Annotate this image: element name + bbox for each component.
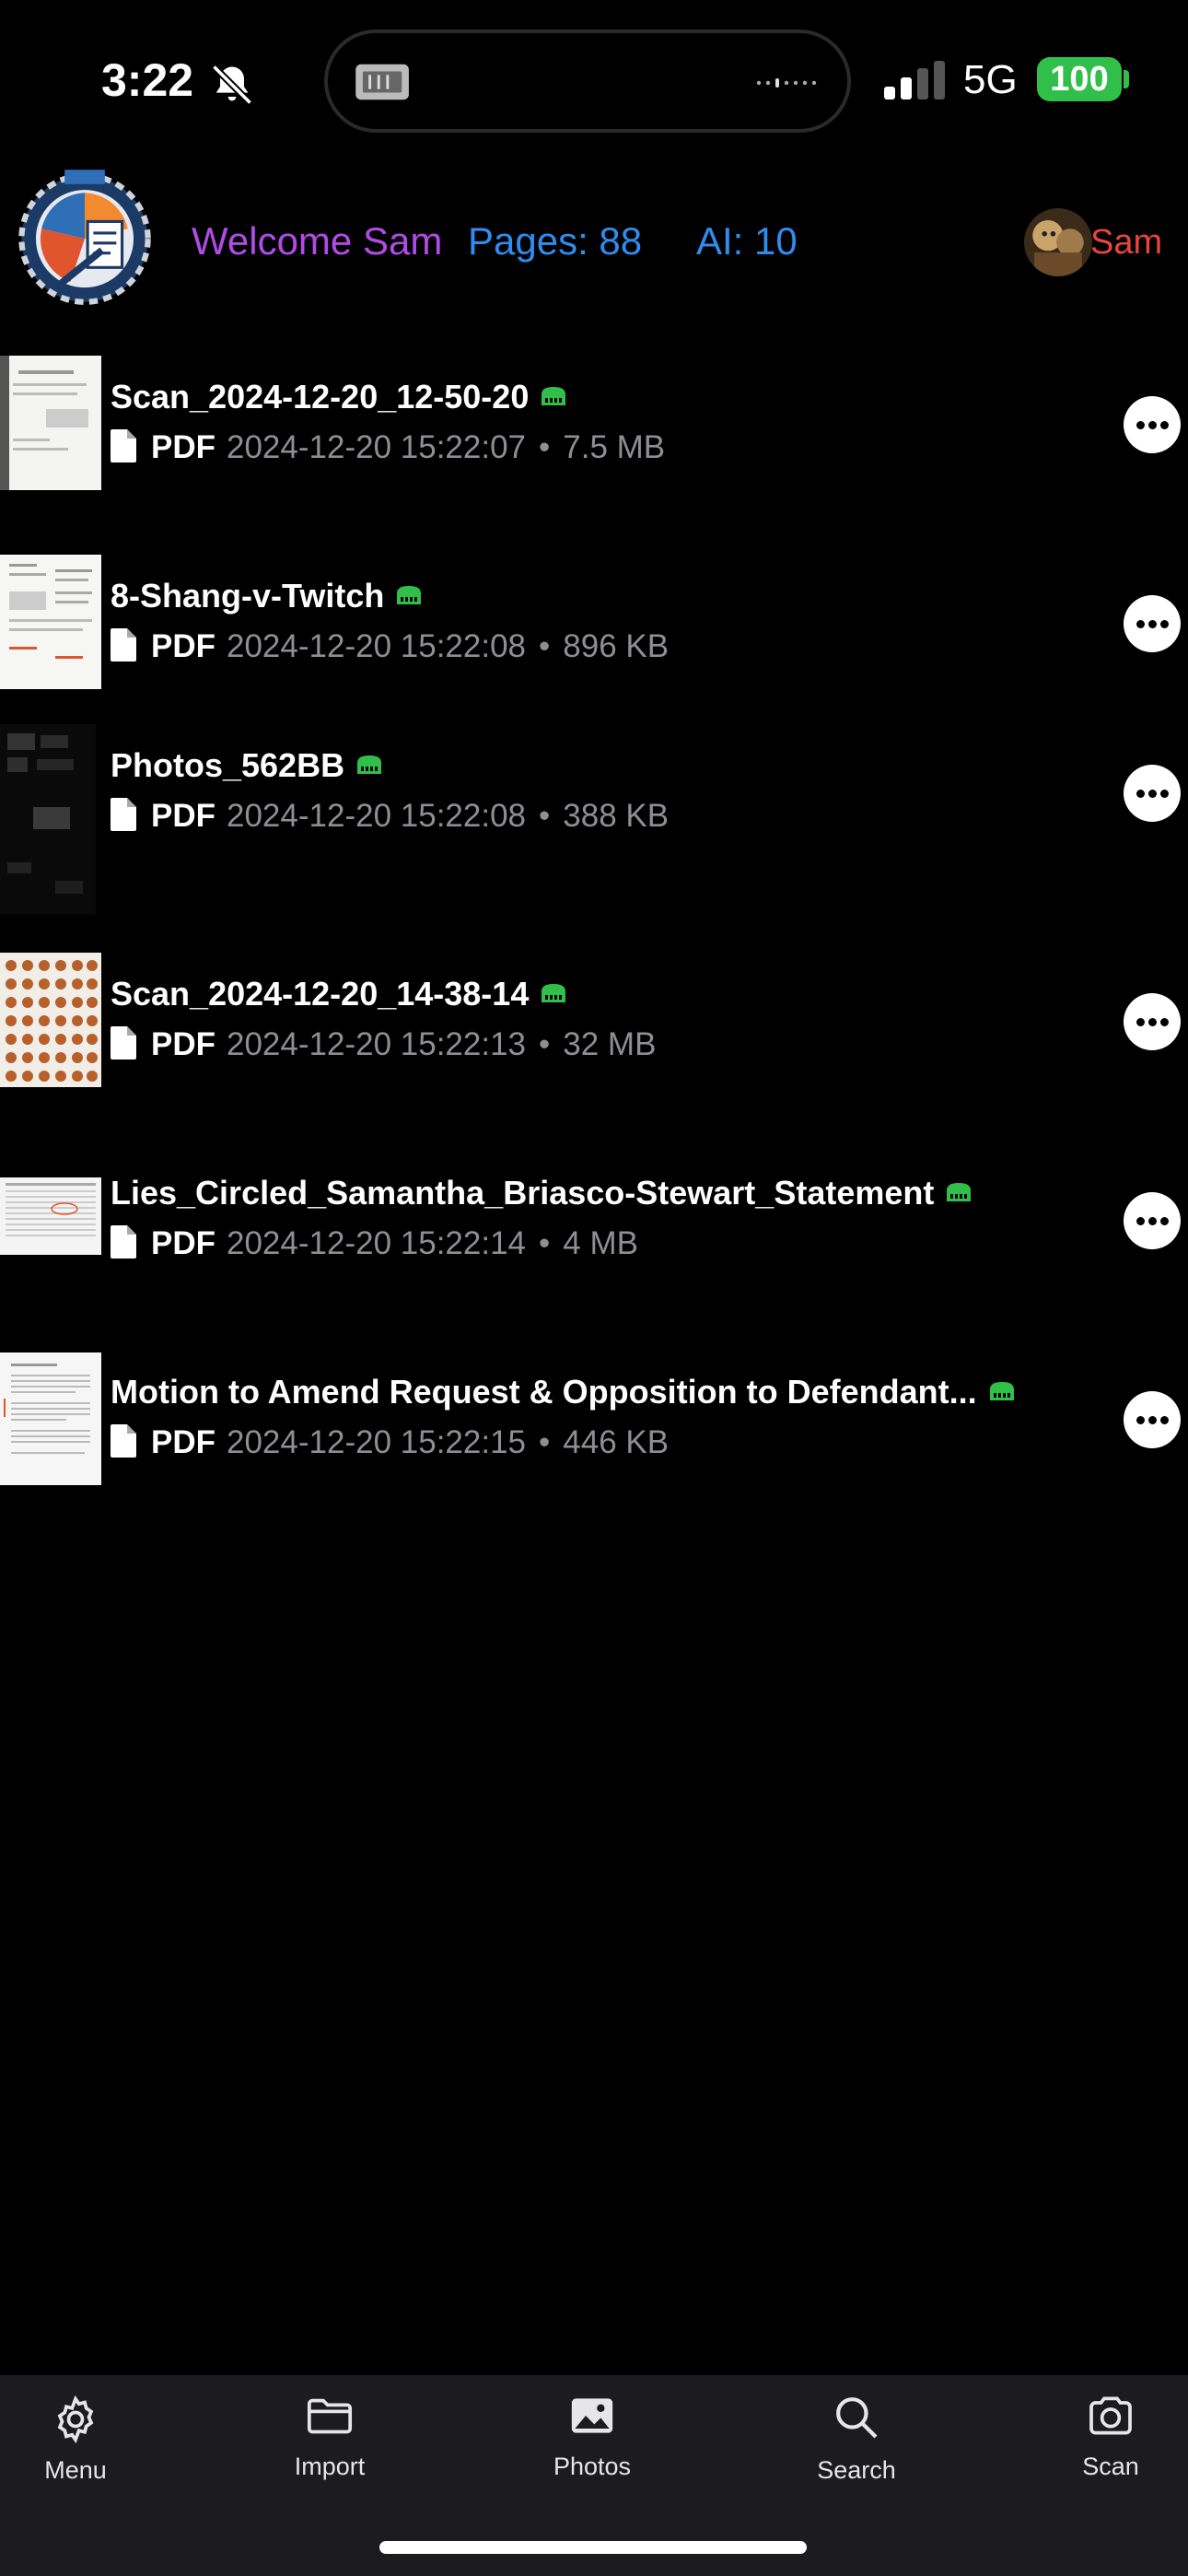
file-meta: PDF 2024-12-20 15:22:08 • 388 KB — [111, 797, 670, 835]
file-meta: PDF 2024-12-20 15:22:07 • 7.5 MB — [111, 428, 666, 466]
gear-icon — [57, 2395, 94, 2444]
tab-photos[interactable]: Photos — [500, 2375, 684, 2504]
folder-icon — [307, 2398, 353, 2434]
separator-dot: • — [539, 628, 551, 664]
scanner-app-icon — [355, 64, 409, 100]
database-icon — [542, 387, 566, 406]
file-meta: PDF 2024-12-20 15:22:14 • 4 MB — [111, 1224, 638, 1262]
document-thumbnail — [0, 356, 101, 490]
list-item[interactable]: Motion to Amend Request & Opposition to … — [0, 1351, 1188, 1516]
file-date: 2024-12-20 15:22:13 — [227, 1026, 526, 1062]
file-type: PDF — [151, 628, 215, 664]
file-name[interactable]: Scan_2024-12-20_14-38-14 — [111, 975, 571, 1013]
document-thumbnail — [0, 1177, 101, 1255]
photo-icon — [571, 2398, 613, 2433]
file-type: PDF — [151, 1424, 215, 1460]
document-icon — [111, 1025, 136, 1060]
activity-indicator-icon — [756, 78, 817, 88]
file-date: 2024-12-20 15:22:14 — [227, 1225, 526, 1261]
screen: 3:22 5G 100 Welcome Sam Pages: 88 AI: 10… — [0, 0, 1188, 2576]
pages-count: Pages: 88 — [468, 219, 643, 263]
avatar[interactable] — [1024, 208, 1092, 276]
dynamic-island[interactable] — [324, 29, 851, 133]
tab-menu[interactable]: Menu — [0, 2375, 168, 2504]
search-icon — [836, 2397, 878, 2439]
file-meta: PDF 2024-12-20 15:22:08 • 896 KB — [111, 627, 670, 665]
more-options-button[interactable] — [1124, 1391, 1181, 1448]
welcome-text: Welcome Sam — [192, 219, 443, 263]
tab-search-label: Search — [817, 2456, 896, 2484]
list-item[interactable]: 8-Shang-v-Twitch PDF 2024-12-20 15:22:08 •… — [0, 555, 1188, 720]
list-item[interactable]: Photos_562BB PDF 2024-12-20 15:22:08 • 388 … — [0, 724, 1188, 914]
file-date: 2024-12-20 15:22:08 — [227, 628, 526, 664]
file-name[interactable]: 8-Shang-v-Twitch — [111, 577, 426, 615]
file-date: 2024-12-20 15:22:15 — [227, 1424, 526, 1460]
file-type: PDF — [151, 1026, 215, 1062]
battery-nub — [1124, 70, 1129, 88]
file-type: PDF — [151, 1225, 215, 1261]
tab-scan[interactable]: Scan — [1019, 2375, 1188, 2504]
database-icon — [947, 1183, 972, 1202]
tab-photos-label: Photos — [553, 2453, 632, 2480]
file-name[interactable]: Scan_2024-12-20_12-50-20 — [111, 378, 571, 416]
file-meta: PDF 2024-12-20 15:22:13 • 32 MB — [111, 1025, 657, 1063]
separator-dot: • — [539, 1225, 551, 1261]
document-icon — [111, 428, 136, 463]
more-options-button[interactable] — [1124, 595, 1181, 652]
document-thumbnail — [0, 724, 96, 914]
list-item[interactable]: Scan_2024-12-20_12-50-20 PDF 2024-12-20 1… — [0, 356, 1188, 521]
file-date: 2024-12-20 15:22:07 — [227, 429, 526, 465]
separator-dot: • — [539, 1026, 551, 1062]
separator-dot: • — [539, 429, 551, 465]
document-thumbnail — [0, 1352, 101, 1485]
tab-import[interactable]: Import — [238, 2375, 422, 2504]
database-icon — [397, 586, 422, 605]
home-indicator[interactable] — [379, 2541, 807, 2554]
more-options-button[interactable] — [1124, 396, 1181, 453]
file-size: 4 MB — [563, 1225, 638, 1261]
file-size: 32 MB — [563, 1026, 657, 1062]
file-size: 388 KB — [563, 798, 670, 834]
file-size: 7.5 MB — [563, 429, 666, 465]
document-icon — [111, 627, 136, 662]
ai-count: AI: 10 — [696, 219, 798, 263]
document-thumbnail — [0, 953, 101, 1087]
cell-signal-icon — [884, 61, 945, 100]
tab-search[interactable]: Search — [764, 2375, 949, 2504]
file-size: 446 KB — [563, 1424, 670, 1460]
more-options-button[interactable] — [1124, 993, 1181, 1050]
list-item[interactable]: Lies_Circled_Samantha_Briasco-Stewart_St… — [0, 1152, 1188, 1317]
database-icon — [357, 755, 382, 775]
more-options-button[interactable] — [1124, 1192, 1181, 1249]
file-type: PDF — [151, 798, 215, 834]
file-name[interactable]: Photos_562BB — [111, 746, 387, 785]
file-date: 2024-12-20 15:22:08 — [227, 798, 526, 834]
database-icon — [989, 1382, 1014, 1401]
list-item[interactable]: Scan_2024-12-20_14-38-14 PDF 2024-12-20 1… — [0, 953, 1188, 1118]
separator-dot: • — [539, 1424, 551, 1460]
document-thumbnail — [0, 555, 101, 689]
tab-menu-label: Menu — [44, 2456, 107, 2484]
tab-import-label: Import — [294, 2453, 366, 2480]
user-name[interactable]: Sam — [1090, 223, 1162, 263]
app-logo-icon[interactable] — [13, 164, 157, 308]
document-icon — [111, 797, 136, 831]
file-name[interactable]: Motion to Amend Request & Opposition to … — [111, 1373, 1019, 1411]
battery-indicator: 100 — [1037, 57, 1122, 101]
file-meta: PDF 2024-12-20 15:22:15 • 446 KB — [111, 1423, 670, 1461]
file-size: 896 KB — [563, 628, 670, 664]
database-icon — [542, 984, 566, 1003]
network-type: 5G — [963, 57, 1018, 102]
file-name[interactable]: Lies_Circled_Samantha_Briasco-Stewart_St… — [111, 1174, 976, 1212]
camera-icon — [1089, 2396, 1132, 2435]
separator-dot: • — [539, 798, 551, 834]
tab-scan-label: Scan — [1082, 2453, 1139, 2480]
file-type: PDF — [151, 429, 215, 465]
more-options-button[interactable] — [1124, 765, 1181, 822]
bell-slash-icon — [211, 64, 253, 106]
status-time: 3:22 — [101, 54, 194, 106]
document-icon — [111, 1224, 136, 1259]
document-icon — [111, 1423, 136, 1458]
